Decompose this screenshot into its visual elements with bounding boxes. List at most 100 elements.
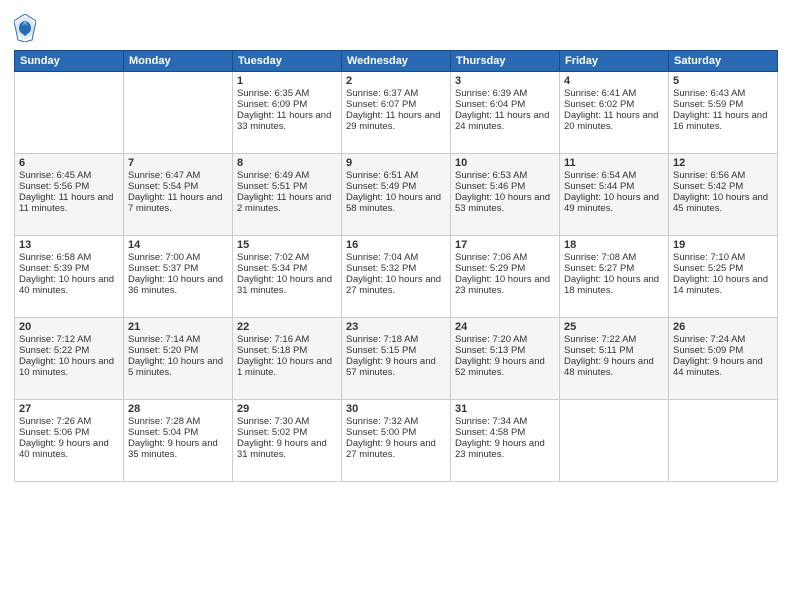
sunset-text: Sunset: 5:25 PM [673,263,773,274]
day-cell [124,72,233,154]
day-cell: 17Sunrise: 7:06 AMSunset: 5:29 PMDayligh… [451,236,560,318]
sunset-text: Sunset: 6:09 PM [237,99,337,110]
day-cell: 9Sunrise: 6:51 AMSunset: 5:49 PMDaylight… [342,154,451,236]
day-header-monday: Monday [124,51,233,72]
sunset-text: Sunset: 5:15 PM [346,345,446,356]
daylight-text: Daylight: 9 hours and 48 minutes. [564,356,664,378]
daylight-text: Daylight: 10 hours and 10 minutes. [19,356,119,378]
sunrise-text: Sunrise: 6:49 AM [237,170,337,181]
sunrise-text: Sunrise: 7:14 AM [128,334,228,345]
day-cell: 18Sunrise: 7:08 AMSunset: 5:27 PMDayligh… [560,236,669,318]
sunrise-text: Sunrise: 6:37 AM [346,88,446,99]
sunrise-text: Sunrise: 6:41 AM [564,88,664,99]
day-cell: 31Sunrise: 7:34 AMSunset: 4:58 PMDayligh… [451,400,560,482]
sunset-text: Sunset: 6:02 PM [564,99,664,110]
sunrise-text: Sunrise: 6:53 AM [455,170,555,181]
sunrise-text: Sunrise: 7:22 AM [564,334,664,345]
week-row-5: 27Sunrise: 7:26 AMSunset: 5:06 PMDayligh… [15,400,778,482]
day-cell: 6Sunrise: 6:45 AMSunset: 5:56 PMDaylight… [15,154,124,236]
day-number: 29 [237,403,337,415]
sunset-text: Sunset: 5:34 PM [237,263,337,274]
sunrise-text: Sunrise: 7:34 AM [455,416,555,427]
day-number: 31 [455,403,555,415]
sunrise-text: Sunrise: 6:58 AM [19,252,119,263]
sunrise-text: Sunrise: 7:32 AM [346,416,446,427]
daylight-text: Daylight: 11 hours and 20 minutes. [564,110,664,132]
sunset-text: Sunset: 5:02 PM [237,427,337,438]
daylight-text: Daylight: 9 hours and 35 minutes. [128,438,228,460]
sunset-text: Sunset: 5:00 PM [346,427,446,438]
day-cell: 29Sunrise: 7:30 AMSunset: 5:02 PMDayligh… [233,400,342,482]
day-cell [15,72,124,154]
sunrise-text: Sunrise: 7:10 AM [673,252,773,263]
day-cell: 12Sunrise: 6:56 AMSunset: 5:42 PMDayligh… [669,154,778,236]
day-cell: 8Sunrise: 6:49 AMSunset: 5:51 PMDaylight… [233,154,342,236]
sunset-text: Sunset: 5:42 PM [673,181,773,192]
day-cell: 1Sunrise: 6:35 AMSunset: 6:09 PMDaylight… [233,72,342,154]
sunset-text: Sunset: 5:32 PM [346,263,446,274]
week-row-3: 13Sunrise: 6:58 AMSunset: 5:39 PMDayligh… [15,236,778,318]
day-header-saturday: Saturday [669,51,778,72]
day-number: 8 [237,157,337,169]
week-row-1: 1Sunrise: 6:35 AMSunset: 6:09 PMDaylight… [15,72,778,154]
day-number: 17 [455,239,555,251]
daylight-text: Daylight: 10 hours and 18 minutes. [564,274,664,296]
day-cell: 3Sunrise: 6:39 AMSunset: 6:04 PMDaylight… [451,72,560,154]
day-cell: 24Sunrise: 7:20 AMSunset: 5:13 PMDayligh… [451,318,560,400]
daylight-text: Daylight: 9 hours and 40 minutes. [19,438,119,460]
logo [14,14,40,42]
sunrise-text: Sunrise: 6:35 AM [237,88,337,99]
sunset-text: Sunset: 5:37 PM [128,263,228,274]
day-number: 12 [673,157,773,169]
day-cell: 4Sunrise: 6:41 AMSunset: 6:02 PMDaylight… [560,72,669,154]
calendar-body: 1Sunrise: 6:35 AMSunset: 6:09 PMDaylight… [15,72,778,482]
daylight-text: Daylight: 10 hours and 31 minutes. [237,274,337,296]
sunrise-text: Sunrise: 7:12 AM [19,334,119,345]
day-number: 23 [346,321,446,333]
day-cell: 21Sunrise: 7:14 AMSunset: 5:20 PMDayligh… [124,318,233,400]
day-number: 5 [673,75,773,87]
daylight-text: Daylight: 9 hours and 57 minutes. [346,356,446,378]
day-cell: 26Sunrise: 7:24 AMSunset: 5:09 PMDayligh… [669,318,778,400]
day-cell: 14Sunrise: 7:00 AMSunset: 5:37 PMDayligh… [124,236,233,318]
sunset-text: Sunset: 5:27 PM [564,263,664,274]
day-cell: 19Sunrise: 7:10 AMSunset: 5:25 PMDayligh… [669,236,778,318]
day-cell: 15Sunrise: 7:02 AMSunset: 5:34 PMDayligh… [233,236,342,318]
sunset-text: Sunset: 5:29 PM [455,263,555,274]
sunset-text: Sunset: 6:07 PM [346,99,446,110]
day-cell: 22Sunrise: 7:16 AMSunset: 5:18 PMDayligh… [233,318,342,400]
daylight-text: Daylight: 10 hours and 58 minutes. [346,192,446,214]
daylight-text: Daylight: 10 hours and 45 minutes. [673,192,773,214]
daylight-text: Daylight: 11 hours and 2 minutes. [237,192,337,214]
day-number: 10 [455,157,555,169]
daylight-text: Daylight: 9 hours and 27 minutes. [346,438,446,460]
daylight-text: Daylight: 11 hours and 24 minutes. [455,110,555,132]
daylight-text: Daylight: 11 hours and 7 minutes. [128,192,228,214]
day-header-thursday: Thursday [451,51,560,72]
sunset-text: Sunset: 5:13 PM [455,345,555,356]
day-number: 18 [564,239,664,251]
day-cell: 7Sunrise: 6:47 AMSunset: 5:54 PMDaylight… [124,154,233,236]
day-number: 3 [455,75,555,87]
day-header-sunday: Sunday [15,51,124,72]
calendar-header: SundayMondayTuesdayWednesdayThursdayFrid… [15,51,778,72]
day-header-wednesday: Wednesday [342,51,451,72]
week-row-4: 20Sunrise: 7:12 AMSunset: 5:22 PMDayligh… [15,318,778,400]
day-number: 19 [673,239,773,251]
sunrise-text: Sunrise: 7:28 AM [128,416,228,427]
sunset-text: Sunset: 5:04 PM [128,427,228,438]
day-number: 26 [673,321,773,333]
sunset-text: Sunset: 5:39 PM [19,263,119,274]
daylight-text: Daylight: 11 hours and 29 minutes. [346,110,446,132]
day-number: 16 [346,239,446,251]
sunrise-text: Sunrise: 6:43 AM [673,88,773,99]
sunrise-text: Sunrise: 6:56 AM [673,170,773,181]
sunset-text: Sunset: 5:56 PM [19,181,119,192]
sunrise-text: Sunrise: 7:30 AM [237,416,337,427]
daylight-text: Daylight: 11 hours and 33 minutes. [237,110,337,132]
day-number: 25 [564,321,664,333]
daylight-text: Daylight: 9 hours and 52 minutes. [455,356,555,378]
day-number: 21 [128,321,228,333]
day-cell: 11Sunrise: 6:54 AMSunset: 5:44 PMDayligh… [560,154,669,236]
sunrise-text: Sunrise: 7:06 AM [455,252,555,263]
